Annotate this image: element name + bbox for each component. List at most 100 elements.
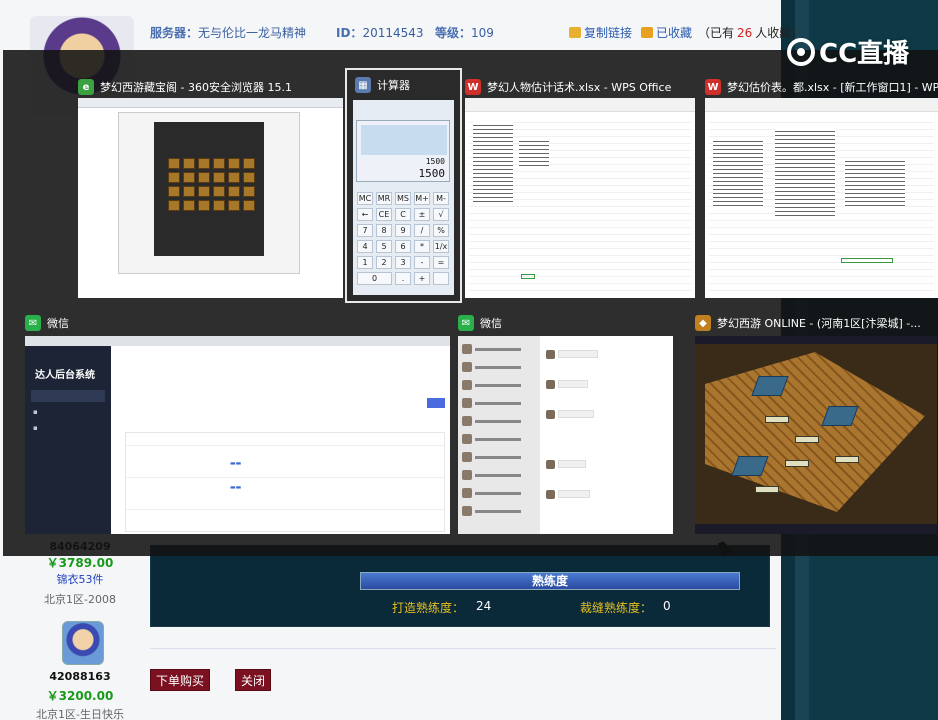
seller2-avatar[interactable] xyxy=(62,621,104,665)
level-info: 等级：109 xyxy=(435,24,494,41)
window-title-text: 微信 xyxy=(47,317,69,330)
window-card-wechat-2[interactable]: ✉ 微信 xyxy=(458,312,673,534)
wechat-icon: ✉ xyxy=(458,315,474,331)
browser-thumbnail xyxy=(78,98,343,298)
grid-cell xyxy=(198,172,210,183)
seller1-price: ￥3789.00 xyxy=(46,556,114,570)
key: MC xyxy=(357,192,373,205)
chat-preview xyxy=(475,419,521,423)
chat-list-item xyxy=(462,450,536,464)
calculator-expression: 1500 xyxy=(425,157,445,166)
window-title-wechat-2: ✉ 微信 xyxy=(458,312,673,334)
grid-cell xyxy=(228,200,240,211)
table-row xyxy=(126,445,444,446)
key: CE xyxy=(376,208,392,221)
key: 1 xyxy=(357,256,373,269)
calculator-icon: ▦ xyxy=(355,77,371,93)
admin-link: ▬▬ xyxy=(230,460,242,467)
window-card-browser[interactable]: e 梦幻西游藏宝阁 - 360安全浏览器 15.1 xyxy=(78,76,343,298)
level-label: 等级： xyxy=(435,26,472,40)
seller2-price: ￥3200.00 xyxy=(46,689,114,703)
seller1-item[interactable]: 锦衣53件 xyxy=(30,571,130,587)
calculator-result: 1500 xyxy=(418,167,446,180)
buy-button[interactable]: 下单购买 xyxy=(150,669,211,691)
key: ← xyxy=(357,208,373,221)
spreadsheet-thumbnail xyxy=(465,98,695,298)
player-nameplate xyxy=(795,436,819,443)
key: 0 xyxy=(357,272,392,285)
player-nameplate xyxy=(785,460,809,467)
server-label: 服务器： xyxy=(150,26,199,40)
grid-cell xyxy=(243,158,255,169)
window-title-wps-1: W 梦幻人物估计话术.xlsx - WPS Office xyxy=(465,76,695,98)
window-card-game[interactable]: ◆ 梦幻西游 ONLINE - (河南1区[汴梁城] -... xyxy=(695,312,937,534)
message-bubble xyxy=(558,350,598,358)
window-card-wps-2[interactable]: W 梦幻估价表。都.xlsx - [新工作窗口1] - WPS xyxy=(705,76,938,298)
id-value: 20114543 xyxy=(362,26,424,40)
player-nameplate xyxy=(755,486,779,493)
key: 1/x xyxy=(433,240,449,253)
forge-skill-label: 打造熟练度： xyxy=(392,601,465,615)
spreadsheet-thumbnail xyxy=(705,98,938,298)
chat-avatar xyxy=(462,344,472,354)
forge-skill-value: 24 xyxy=(476,599,492,613)
chat-list-item xyxy=(462,468,536,482)
wechat-thumbnail xyxy=(458,336,673,534)
favorite-button[interactable]: 已收藏 xyxy=(641,24,692,41)
window-title-text: 微信 xyxy=(480,317,502,330)
admin-table xyxy=(125,432,445,532)
game-thumbnail xyxy=(695,336,937,534)
sheet-text-block xyxy=(519,138,549,168)
chat-avatar xyxy=(462,380,472,390)
link-icon xyxy=(569,27,581,38)
grid-cell xyxy=(198,186,210,197)
key: 7 xyxy=(357,224,373,237)
seller2-server: 北京1区-生日快乐 xyxy=(36,708,124,720)
grid-cell xyxy=(213,172,225,183)
message-bubble xyxy=(558,460,586,468)
seller1-server: 北京1区-2008 xyxy=(44,593,116,606)
tailor-skill-label: 裁缝熟练度： xyxy=(580,601,653,615)
game-scene xyxy=(705,352,925,512)
key: * xyxy=(414,240,430,253)
chat-list-item xyxy=(462,504,536,518)
window-card-wechat-1[interactable]: ✉ 微信 达人后台系统 ▪ ▪ ▬▬ ▬▬ xyxy=(25,312,450,534)
window-title-text: 梦幻西游藏宝阁 - 360安全浏览器 15.1 xyxy=(100,81,292,94)
chat-preview xyxy=(475,437,521,441)
sheet-toolbar xyxy=(465,98,695,112)
key: MS xyxy=(395,192,411,205)
grid-cell xyxy=(228,186,240,197)
grid-cell xyxy=(183,172,195,183)
key: 4 xyxy=(357,240,373,253)
grid-cell xyxy=(198,200,210,211)
calculator-keypad: MC MR MS M+ M- ← CE C ± √ 7 8 9/% 4 5 6 * 1/x 1 2 3- = 0.… xyxy=(357,192,449,285)
calculator-thumbnail: 1500 1500 MC MR MS M+ M- ← CE C ± √ 7 8 9/% 4 5 6 * 1/… xyxy=(353,100,454,295)
grid-cell xyxy=(228,172,240,183)
chat-avatar xyxy=(462,362,472,372)
key: 6 xyxy=(395,240,411,253)
chat-avatar xyxy=(462,416,472,426)
browser-toolbar xyxy=(78,98,343,108)
window-card-wps-1[interactable]: W 梦幻人物估计话术.xlsx - WPS Office xyxy=(465,76,695,298)
window-title-wechat-1: ✉ 微信 xyxy=(25,312,450,334)
chat-list-item xyxy=(462,360,536,374)
message-avatar xyxy=(546,460,555,469)
window-card-calculator[interactable]: ▦ 计算器 1500 1500 MC MR MS M+ M- ← CE C ± √ 7 8 9/% … xyxy=(345,68,462,303)
key: √ xyxy=(433,208,449,221)
calculator-history xyxy=(361,125,447,155)
key: 2 xyxy=(376,256,392,269)
close-button[interactable]: 关闭 xyxy=(235,669,272,691)
copy-link-label: 复制链接 xyxy=(584,26,633,40)
copy-link-button[interactable]: 复制链接 xyxy=(569,24,632,41)
key: M- xyxy=(433,192,449,205)
fav-count-value: 26 xyxy=(737,25,753,40)
table-row xyxy=(126,509,444,510)
cc-logo-icon xyxy=(787,37,815,66)
chat-avatar xyxy=(462,470,472,480)
grid-cell xyxy=(243,200,255,211)
chat-preview xyxy=(475,383,521,387)
cc-live-logo: CC直播 xyxy=(787,33,909,70)
admin-logo: 达人后台系统 xyxy=(35,370,95,381)
key: % xyxy=(433,224,449,237)
wps-icon: W xyxy=(705,79,721,95)
